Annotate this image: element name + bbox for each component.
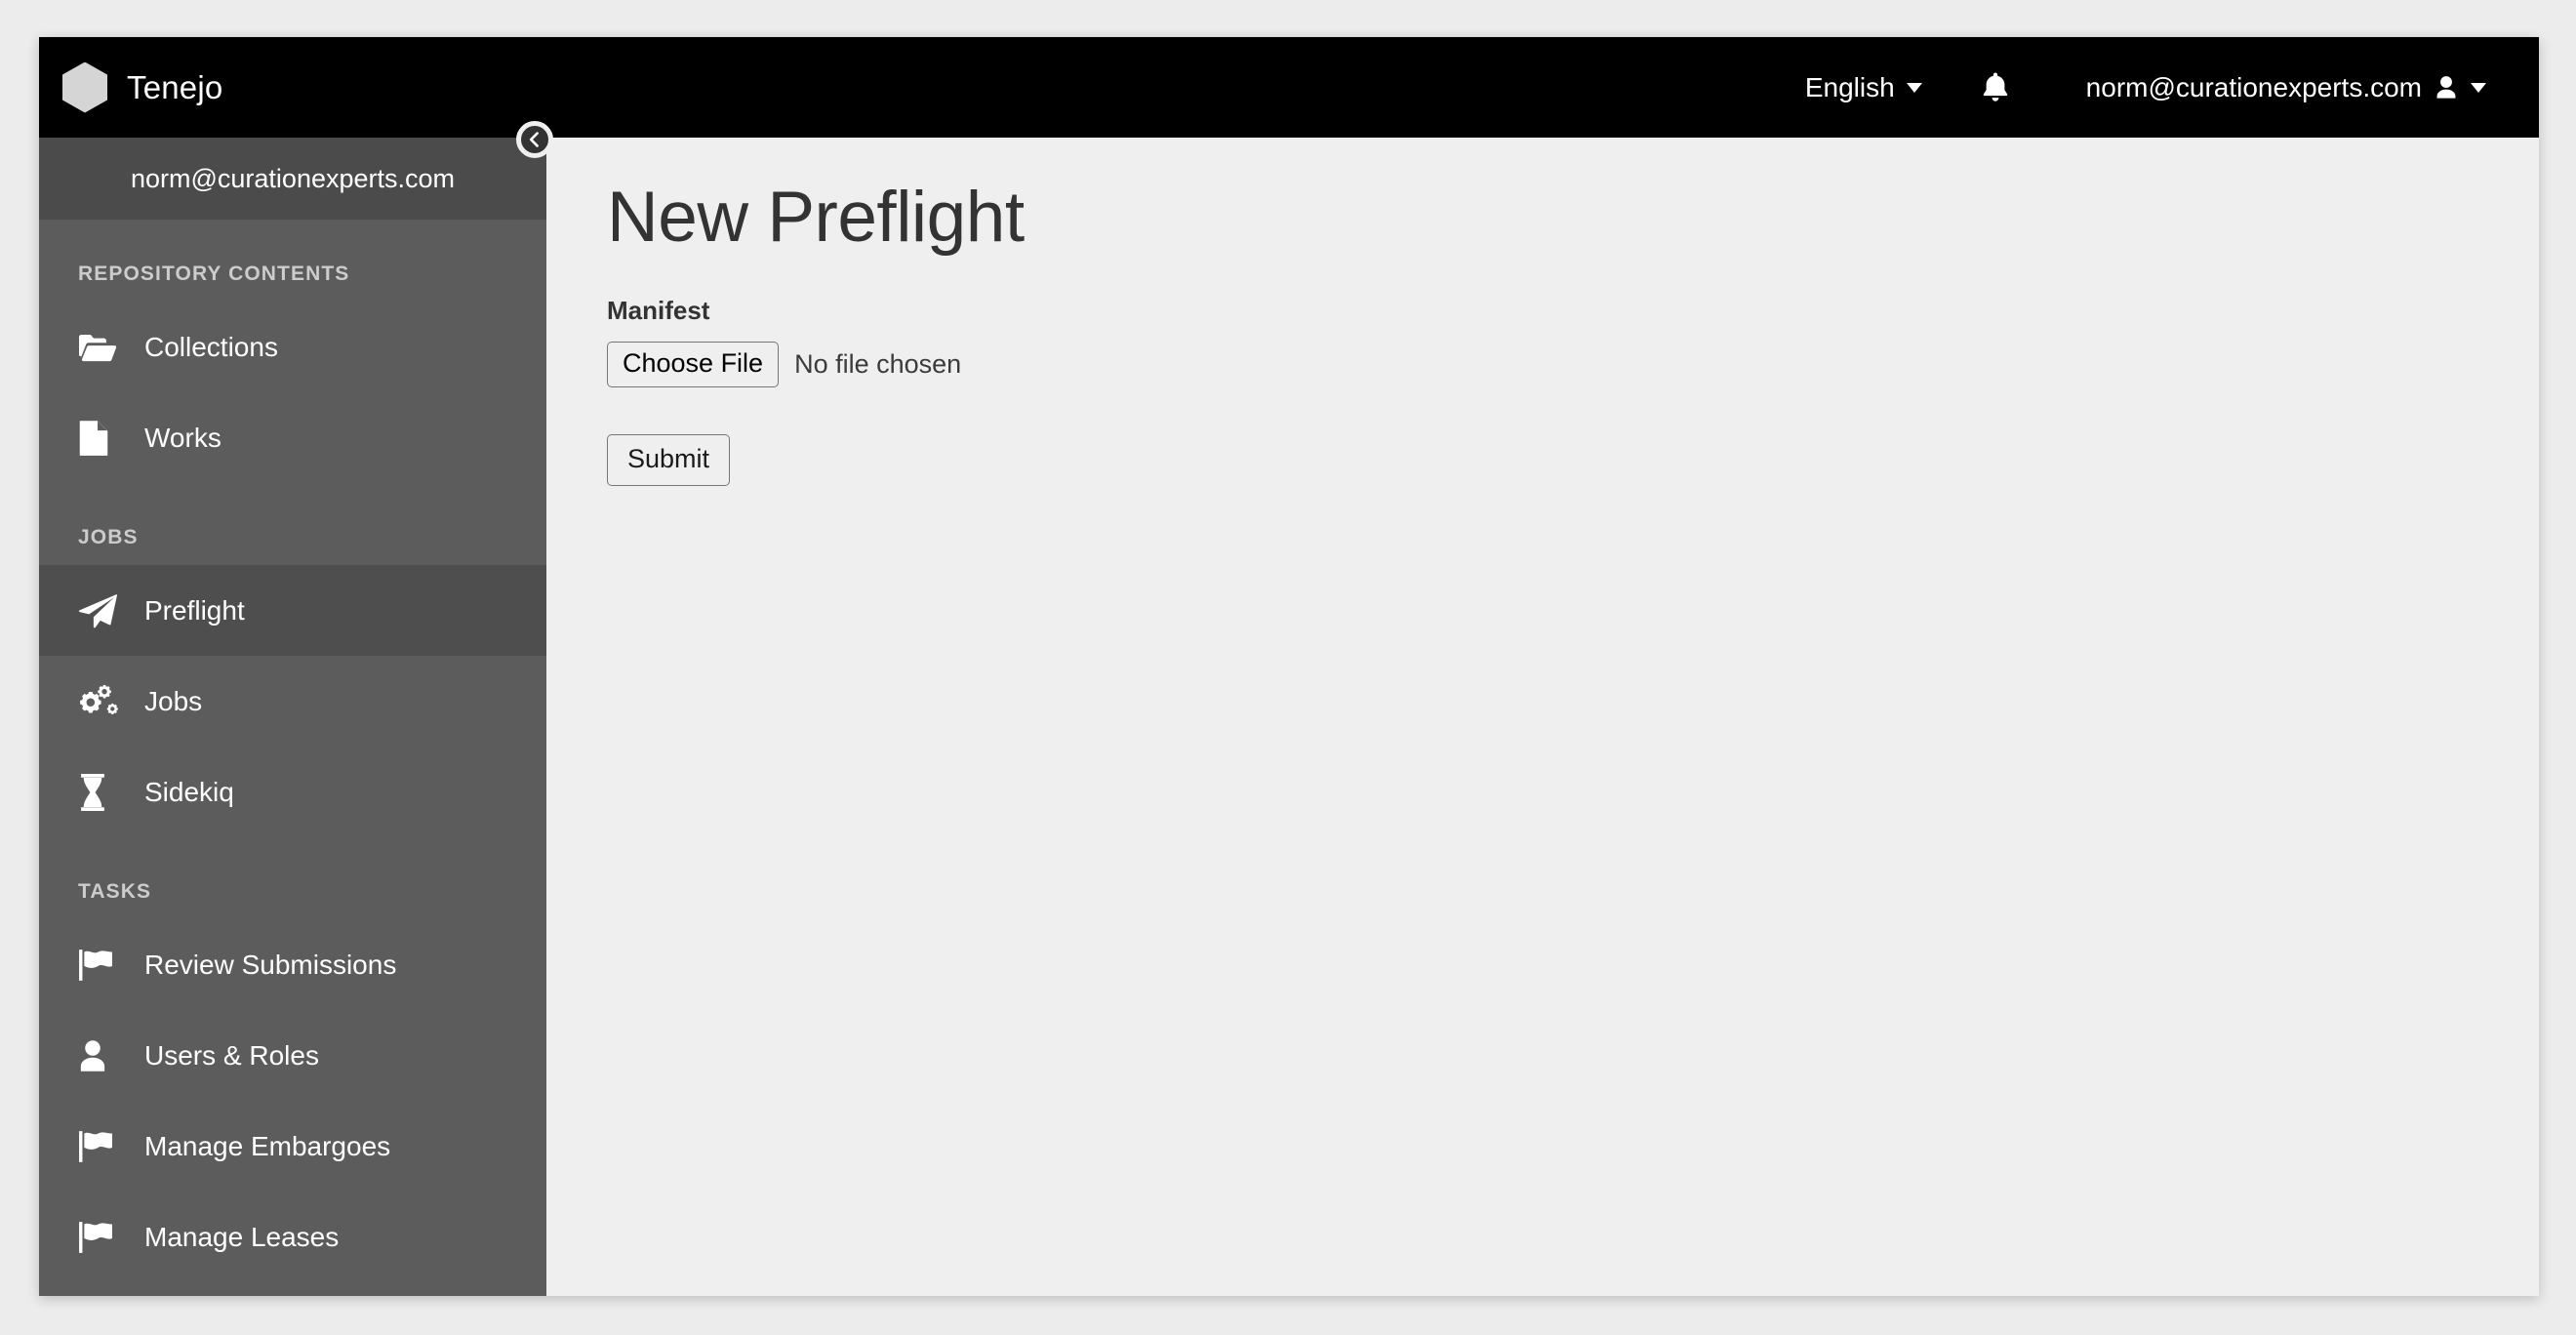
language-label: English <box>1804 71 1895 102</box>
sidebar-item-manage-leases[interactable]: Manage Leases <box>39 1192 546 1282</box>
flag-icon <box>78 1127 121 1166</box>
brand-logo-link[interactable]: Tenejo <box>57 61 223 113</box>
flag-icon <box>78 946 121 985</box>
user-email-label: norm@curationexperts.com <box>2085 71 2422 102</box>
language-selector[interactable]: English <box>1784 62 1944 113</box>
sidebar-section-jobs: JOBS <box>78 526 139 548</box>
sidebar-item-collections[interactable]: Collections <box>39 302 546 392</box>
sidebar-item-label: Users & Roles <box>144 1039 319 1071</box>
sidebar-item-review-submissions[interactable]: Review Submissions <box>39 919 546 1010</box>
sidebar-account-header: norm@curationexperts.com <box>39 138 546 220</box>
sidebar-item-preflight[interactable]: Preflight <box>39 565 546 656</box>
sidebar-item-label: Jobs <box>144 685 203 716</box>
paper-plane-icon <box>78 591 121 630</box>
flag-icon <box>78 1218 121 1257</box>
manifest-file-input[interactable]: Choose File No file chosen <box>607 342 2539 388</box>
sidebar-navigation: norm@curationexperts.com REPOSITORY CONT… <box>39 138 546 1296</box>
main-content: New Preflight Manifest Choose File No fi… <box>546 138 2539 1296</box>
hexagon-logo-icon <box>62 61 107 113</box>
sidebar-item-label: Sidekiq <box>144 776 234 807</box>
user-icon <box>78 1036 121 1075</box>
sidebar-section-repository-contents: REPOSITORY CONTENTS <box>78 263 350 285</box>
bell-icon <box>1983 72 2007 101</box>
application-window: Tenejo English norm@curationexperts.com <box>39 37 2539 1296</box>
manifest-field-label: Manifest <box>607 296 710 326</box>
page-title: New Preflight <box>607 178 1025 257</box>
chevron-left-circle-icon <box>529 132 539 147</box>
sidebar-item-works[interactable]: Works <box>39 392 546 483</box>
cogs-icon <box>78 682 121 721</box>
sidebar-item-label: Manage Leases <box>144 1221 340 1252</box>
file-icon <box>78 419 121 458</box>
sidebar-account-email: norm@curationexperts.com <box>130 163 456 193</box>
user-account-menu[interactable]: norm@curationexperts.com <box>2047 62 2500 113</box>
sidebar-section-tasks: TASKS <box>78 880 152 903</box>
notifications-button[interactable] <box>1944 61 2047 114</box>
sidebar-collapse-toggle[interactable] <box>516 121 553 158</box>
brand-name: Tenejo <box>127 68 223 105</box>
sidebar-item-label: Manage Embargoes <box>144 1130 391 1161</box>
sidebar-item-sidekiq[interactable]: Sidekiq <box>39 747 546 837</box>
hourglass-icon <box>78 773 121 812</box>
top-navigation-bar: Tenejo English norm@curationexperts.com <box>39 37 2539 138</box>
sidebar-item-users-and-roles[interactable]: Users & Roles <box>39 1010 546 1101</box>
sidebar-item-label: Collections <box>144 331 278 362</box>
submit-button[interactable]: Submit <box>607 434 731 487</box>
sidebar-item-label: Review Submissions <box>144 949 397 980</box>
choose-file-button[interactable]: Choose File <box>607 342 780 388</box>
chevron-down-icon <box>2471 82 2486 93</box>
user-icon <box>2436 75 2456 99</box>
top-navigation-right: English norm@curationexperts.com <box>1784 61 2500 114</box>
sidebar-item-label: Preflight <box>144 594 245 626</box>
file-status-label: No file chosen <box>794 349 962 380</box>
folder-open-icon <box>78 328 121 367</box>
sidebar-item-jobs[interactable]: Jobs <box>39 656 546 747</box>
sidebar-item-label: Works <box>144 422 221 453</box>
sidebar-item-manage-embargoes[interactable]: Manage Embargoes <box>39 1101 546 1192</box>
chevron-down-icon <box>1906 82 1922 93</box>
